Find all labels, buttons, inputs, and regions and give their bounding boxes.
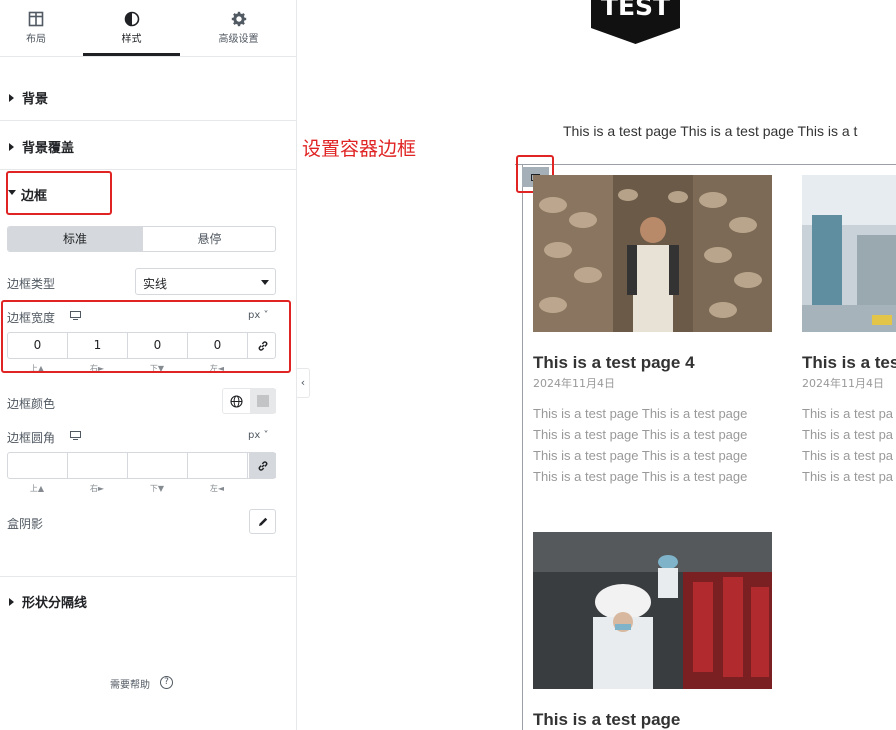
excerpt-line: This is a test page This is a test page <box>533 427 748 442</box>
excerpt-line: This is a test page This is a test page <box>533 469 748 484</box>
layout-icon <box>28 11 44 27</box>
editor-panel: 布局 样式 高级设置 背景 背景覆盖 边框 标准 悬停 边框类型 实线 边框宽度… <box>0 0 297 730</box>
section-background-title: 背景 <box>22 92 49 107</box>
border-type-select[interactable]: 实线 <box>135 268 276 295</box>
tab-layout-label: 布局 <box>26 34 46 45</box>
excerpt-line: This is a test pa <box>802 427 894 442</box>
section-shape-divider[interactable]: 形状分隔线 <box>0 577 297 625</box>
highlight-border-width <box>1 300 291 373</box>
post-date: 2024年11月4日 <box>533 377 615 390</box>
pencil-icon <box>258 517 267 526</box>
chevron-down-icon <box>261 280 269 285</box>
border-radius-label: 边框圆角 <box>7 431 56 445</box>
active-tab-indicator <box>83 53 180 56</box>
global-colors-button[interactable] <box>223 389 250 413</box>
link-values-button[interactable] <box>249 453 276 478</box>
desktop-icon[interactable] <box>70 431 81 440</box>
section-background[interactable]: 背景 <box>0 73 297 121</box>
tab-layout[interactable]: 布局 <box>0 0 72 56</box>
border-radius-right-input[interactable] <box>68 453 128 478</box>
section-background-overlay[interactable]: 背景覆盖 <box>0 122 297 170</box>
excerpt-line: This is a test pa <box>802 406 894 421</box>
side-top-label: 上▲ <box>29 484 45 493</box>
container-top-border <box>515 164 896 165</box>
state-normal-button[interactable]: 标准 <box>8 227 142 251</box>
border-radius-left-input[interactable] <box>188 453 248 478</box>
caret-right-icon <box>9 94 14 102</box>
border-radius-unit[interactable]: px ˅ <box>248 430 268 441</box>
post-date: 2024年11月4日 <box>802 377 884 390</box>
excerpt-line: This is a test pa <box>802 469 894 484</box>
tab-advanced-label: 高级设置 <box>218 34 259 45</box>
side-right-label: 右► <box>89 484 105 493</box>
excerpt-line: This is a test page This is a test page <box>533 448 748 463</box>
annotation-text: 设置容器边框 <box>302 138 417 160</box>
box-shadow-edit-button[interactable] <box>249 509 276 534</box>
post-excerpt: This is a test pa This is a test pa This… <box>802 403 893 487</box>
help-icon[interactable]: ? <box>160 676 173 689</box>
caret-right-icon <box>9 598 14 606</box>
side-bottom-label: 下▼ <box>149 484 165 493</box>
half-circle-icon <box>124 11 139 27</box>
excerpt-line: This is a test pa <box>802 448 894 463</box>
post-title[interactable]: This is a test page 4 <box>533 353 695 373</box>
state-switcher: 标准 悬停 <box>7 226 276 252</box>
border-radius-bottom-input[interactable] <box>128 453 188 478</box>
panel-tabs: 布局 样式 高级设置 <box>0 0 297 57</box>
test-badge-logo: TEST <box>591 0 680 44</box>
highlight-border-section <box>6 171 112 215</box>
post-excerpt: This is a test page This is a test page … <box>533 403 747 487</box>
section-shape-divider-title: 形状分隔线 <box>22 596 88 611</box>
help-link[interactable]: 需要帮助 <box>110 676 150 691</box>
color-swatch <box>257 395 269 407</box>
intro-text: This is a test page This is a test page … <box>563 123 858 139</box>
border-color-control <box>222 388 276 414</box>
globe-icon <box>230 394 243 408</box>
border-radius-top-input[interactable] <box>8 453 68 478</box>
container-left-border <box>522 164 523 730</box>
tab-style-label: 样式 <box>121 34 142 45</box>
tab-advanced[interactable]: 高级设置 <box>190 0 287 56</box>
tab-style[interactable]: 样式 <box>83 0 180 56</box>
post-image[interactable] <box>533 532 772 689</box>
caret-right-icon <box>9 143 14 151</box>
side-left-label: 左◄ <box>209 484 225 493</box>
section-background-overlay-title: 背景覆盖 <box>22 141 75 156</box>
state-hover-button[interactable]: 悬停 <box>142 227 275 251</box>
border-radius-unit-text: px <box>248 430 261 441</box>
excerpt-line: This is a test page This is a test page <box>533 406 748 421</box>
badge-text: TEST <box>601 0 670 21</box>
box-shadow-label: 盒阴影 <box>7 517 44 531</box>
border-type-label: 边框类型 <box>7 277 56 291</box>
border-type-value: 实线 <box>143 277 168 291</box>
gear-icon <box>231 11 246 27</box>
post-title[interactable]: This is a tes <box>802 353 896 373</box>
link-icon <box>258 460 267 471</box>
border-color-label: 边框颜色 <box>7 397 56 411</box>
post-image[interactable] <box>533 175 772 332</box>
border-radius-inputs <box>7 452 276 479</box>
color-picker-button[interactable] <box>250 389 276 413</box>
collapse-panel-button[interactable]: ‹ <box>297 368 310 398</box>
post-image[interactable] <box>802 175 896 332</box>
post-title[interactable]: This is a test page <box>533 710 680 730</box>
